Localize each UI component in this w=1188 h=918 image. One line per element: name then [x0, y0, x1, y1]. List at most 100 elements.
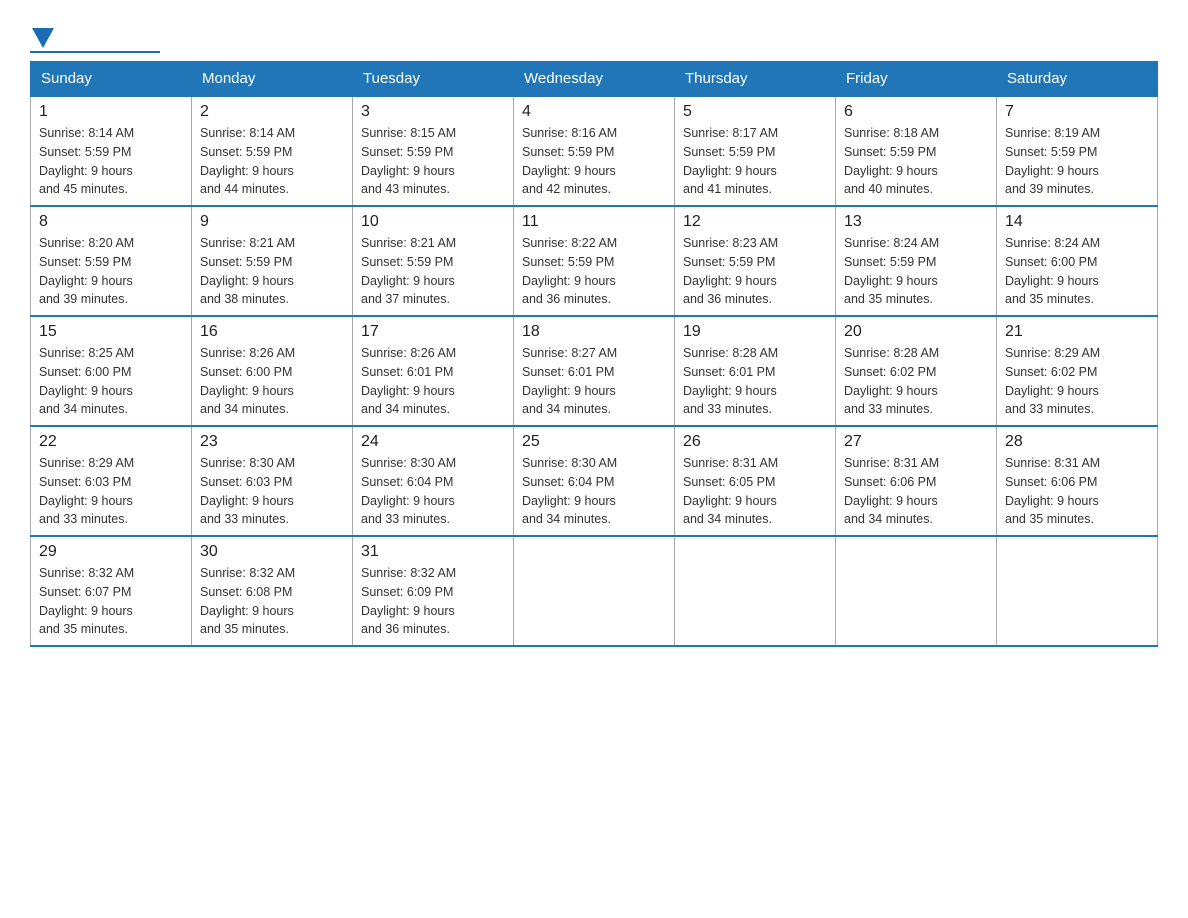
day-info: Sunrise: 8:21 AM Sunset: 5:59 PM Dayligh…	[200, 234, 344, 309]
calendar-cell: 29 Sunrise: 8:32 AM Sunset: 6:07 PM Dayl…	[31, 536, 192, 646]
day-number: 2	[200, 103, 344, 121]
day-info: Sunrise: 8:18 AM Sunset: 5:59 PM Dayligh…	[844, 124, 988, 199]
day-info: Sunrise: 8:26 AM Sunset: 6:00 PM Dayligh…	[200, 344, 344, 419]
calendar-cell: 20 Sunrise: 8:28 AM Sunset: 6:02 PM Dayl…	[836, 316, 997, 426]
day-number: 17	[361, 323, 505, 341]
calendar-cell: 3 Sunrise: 8:15 AM Sunset: 5:59 PM Dayli…	[353, 96, 514, 206]
week-row-1: 1 Sunrise: 8:14 AM Sunset: 5:59 PM Dayli…	[31, 96, 1158, 206]
day-info: Sunrise: 8:17 AM Sunset: 5:59 PM Dayligh…	[683, 124, 827, 199]
calendar-cell: 13 Sunrise: 8:24 AM Sunset: 5:59 PM Dayl…	[836, 206, 997, 316]
week-row-2: 8 Sunrise: 8:20 AM Sunset: 5:59 PM Dayli…	[31, 206, 1158, 316]
day-number: 3	[361, 103, 505, 121]
page-header	[30, 20, 1158, 51]
day-number: 6	[844, 103, 988, 121]
day-info: Sunrise: 8:32 AM Sunset: 6:07 PM Dayligh…	[39, 564, 183, 639]
day-number: 14	[1005, 213, 1149, 231]
calendar-cell: 27 Sunrise: 8:31 AM Sunset: 6:06 PM Dayl…	[836, 426, 997, 536]
calendar-cell: 24 Sunrise: 8:30 AM Sunset: 6:04 PM Dayl…	[353, 426, 514, 536]
header-friday: Friday	[836, 62, 997, 97]
day-info: Sunrise: 8:23 AM Sunset: 5:59 PM Dayligh…	[683, 234, 827, 309]
day-info: Sunrise: 8:31 AM Sunset: 6:05 PM Dayligh…	[683, 454, 827, 529]
day-number: 9	[200, 213, 344, 231]
calendar-cell: 26 Sunrise: 8:31 AM Sunset: 6:05 PM Dayl…	[675, 426, 836, 536]
day-number: 16	[200, 323, 344, 341]
day-number: 10	[361, 213, 505, 231]
calendar-cell: 4 Sunrise: 8:16 AM Sunset: 5:59 PM Dayli…	[514, 96, 675, 206]
calendar-cell: 21 Sunrise: 8:29 AM Sunset: 6:02 PM Dayl…	[997, 316, 1158, 426]
day-info: Sunrise: 8:29 AM Sunset: 6:03 PM Dayligh…	[39, 454, 183, 529]
day-info: Sunrise: 8:30 AM Sunset: 6:04 PM Dayligh…	[361, 454, 505, 529]
day-number: 25	[522, 433, 666, 451]
calendar-cell: 17 Sunrise: 8:26 AM Sunset: 6:01 PM Dayl…	[353, 316, 514, 426]
day-info: Sunrise: 8:29 AM Sunset: 6:02 PM Dayligh…	[1005, 344, 1149, 419]
calendar-cell: 1 Sunrise: 8:14 AM Sunset: 5:59 PM Dayli…	[31, 96, 192, 206]
calendar-header-row: SundayMondayTuesdayWednesdayThursdayFrid…	[31, 62, 1158, 97]
day-info: Sunrise: 8:27 AM Sunset: 6:01 PM Dayligh…	[522, 344, 666, 419]
day-number: 13	[844, 213, 988, 231]
day-info: Sunrise: 8:21 AM Sunset: 5:59 PM Dayligh…	[361, 234, 505, 309]
day-number: 26	[683, 433, 827, 451]
calendar-cell: 15 Sunrise: 8:25 AM Sunset: 6:00 PM Dayl…	[31, 316, 192, 426]
header-monday: Monday	[192, 62, 353, 97]
day-info: Sunrise: 8:24 AM Sunset: 5:59 PM Dayligh…	[844, 234, 988, 309]
calendar-cell: 8 Sunrise: 8:20 AM Sunset: 5:59 PM Dayli…	[31, 206, 192, 316]
day-number: 29	[39, 543, 183, 561]
day-number: 4	[522, 103, 666, 121]
header-sunday: Sunday	[31, 62, 192, 97]
header-tuesday: Tuesday	[353, 62, 514, 97]
day-info: Sunrise: 8:14 AM Sunset: 5:59 PM Dayligh…	[39, 124, 183, 199]
calendar-cell: 22 Sunrise: 8:29 AM Sunset: 6:03 PM Dayl…	[31, 426, 192, 536]
header-wednesday: Wednesday	[514, 62, 675, 97]
calendar-cell: 5 Sunrise: 8:17 AM Sunset: 5:59 PM Dayli…	[675, 96, 836, 206]
day-info: Sunrise: 8:32 AM Sunset: 6:08 PM Dayligh…	[200, 564, 344, 639]
day-info: Sunrise: 8:28 AM Sunset: 6:02 PM Dayligh…	[844, 344, 988, 419]
calendar-cell: 7 Sunrise: 8:19 AM Sunset: 5:59 PM Dayli…	[997, 96, 1158, 206]
day-number: 24	[361, 433, 505, 451]
calendar-cell: 6 Sunrise: 8:18 AM Sunset: 5:59 PM Dayli…	[836, 96, 997, 206]
day-number: 18	[522, 323, 666, 341]
calendar-cell	[997, 536, 1158, 646]
day-info: Sunrise: 8:28 AM Sunset: 6:01 PM Dayligh…	[683, 344, 827, 419]
calendar-cell: 11 Sunrise: 8:22 AM Sunset: 5:59 PM Dayl…	[514, 206, 675, 316]
calendar-cell: 25 Sunrise: 8:30 AM Sunset: 6:04 PM Dayl…	[514, 426, 675, 536]
calendar-cell: 31 Sunrise: 8:32 AM Sunset: 6:09 PM Dayl…	[353, 536, 514, 646]
calendar-cell	[675, 536, 836, 646]
day-info: Sunrise: 8:30 AM Sunset: 6:04 PM Dayligh…	[522, 454, 666, 529]
calendar-cell: 14 Sunrise: 8:24 AM Sunset: 6:00 PM Dayl…	[997, 206, 1158, 316]
header-thursday: Thursday	[675, 62, 836, 97]
day-number: 23	[200, 433, 344, 451]
week-row-4: 22 Sunrise: 8:29 AM Sunset: 6:03 PM Dayl…	[31, 426, 1158, 536]
day-info: Sunrise: 8:25 AM Sunset: 6:00 PM Dayligh…	[39, 344, 183, 419]
logo-triangle-icon	[32, 28, 54, 48]
day-number: 8	[39, 213, 183, 231]
calendar-cell: 9 Sunrise: 8:21 AM Sunset: 5:59 PM Dayli…	[192, 206, 353, 316]
day-info: Sunrise: 8:22 AM Sunset: 5:59 PM Dayligh…	[522, 234, 666, 309]
day-info: Sunrise: 8:15 AM Sunset: 5:59 PM Dayligh…	[361, 124, 505, 199]
day-info: Sunrise: 8:31 AM Sunset: 6:06 PM Dayligh…	[844, 454, 988, 529]
calendar-cell: 16 Sunrise: 8:26 AM Sunset: 6:00 PM Dayl…	[192, 316, 353, 426]
day-info: Sunrise: 8:20 AM Sunset: 5:59 PM Dayligh…	[39, 234, 183, 309]
day-number: 12	[683, 213, 827, 231]
calendar-cell: 30 Sunrise: 8:32 AM Sunset: 6:08 PM Dayl…	[192, 536, 353, 646]
day-number: 21	[1005, 323, 1149, 341]
header-saturday: Saturday	[997, 62, 1158, 97]
calendar-cell: 2 Sunrise: 8:14 AM Sunset: 5:59 PM Dayli…	[192, 96, 353, 206]
calendar-cell: 12 Sunrise: 8:23 AM Sunset: 5:59 PM Dayl…	[675, 206, 836, 316]
week-row-3: 15 Sunrise: 8:25 AM Sunset: 6:00 PM Dayl…	[31, 316, 1158, 426]
day-number: 27	[844, 433, 988, 451]
day-info: Sunrise: 8:14 AM Sunset: 5:59 PM Dayligh…	[200, 124, 344, 199]
day-number: 31	[361, 543, 505, 561]
day-number: 19	[683, 323, 827, 341]
calendar-cell	[836, 536, 997, 646]
day-info: Sunrise: 8:26 AM Sunset: 6:01 PM Dayligh…	[361, 344, 505, 419]
day-number: 11	[522, 213, 666, 231]
day-number: 15	[39, 323, 183, 341]
calendar-table: SundayMondayTuesdayWednesdayThursdayFrid…	[30, 61, 1158, 647]
calendar-cell: 28 Sunrise: 8:31 AM Sunset: 6:06 PM Dayl…	[997, 426, 1158, 536]
day-number: 5	[683, 103, 827, 121]
day-info: Sunrise: 8:30 AM Sunset: 6:03 PM Dayligh…	[200, 454, 344, 529]
calendar-cell: 23 Sunrise: 8:30 AM Sunset: 6:03 PM Dayl…	[192, 426, 353, 536]
calendar-cell: 10 Sunrise: 8:21 AM Sunset: 5:59 PM Dayl…	[353, 206, 514, 316]
day-number: 7	[1005, 103, 1149, 121]
day-number: 28	[1005, 433, 1149, 451]
